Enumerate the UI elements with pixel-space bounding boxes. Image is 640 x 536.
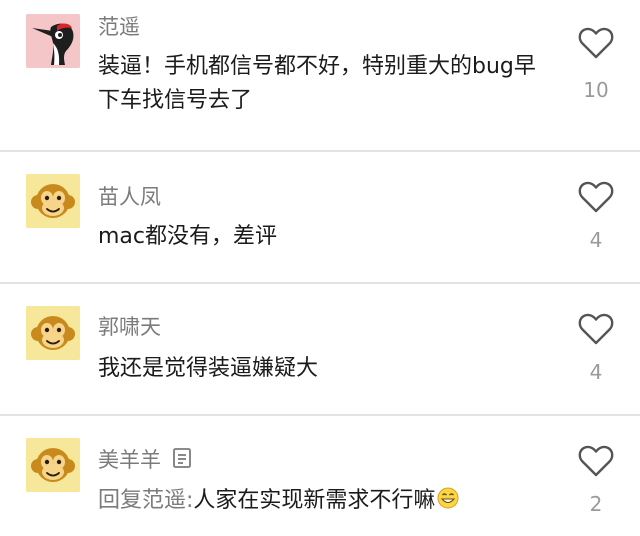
comment-item: 苗人凤 mac都没有，差评 4 [0,152,640,282]
monkey-face-icon[interactable] [26,438,80,492]
like-count: 10 [583,78,609,102]
comment-item: 郭啸天 我还是觉得装逼嫌疑大 4 [0,284,640,414]
heart-outline-icon[interactable] [577,444,615,478]
comment-item: 范遥 装逼！手机都信号都不好，特别重大的bug早下车找信号去了 10 [0,0,640,150]
monkey-face-icon[interactable] [26,306,80,360]
comment-username[interactable]: 郭啸天 [98,314,161,340]
heart-outline-icon[interactable] [577,180,615,214]
like-count: 2 [589,492,603,516]
like-count: 4 [589,360,603,384]
comment-username[interactable]: 苗人凤 [98,184,161,210]
monkey-face-icon[interactable] [26,174,80,228]
detail-doc-icon[interactable] [171,446,195,470]
heart-outline-icon[interactable] [577,312,615,346]
comment-list: 范遥 装逼！手机都信号都不好，特别重大的bug早下车找信号去了 10 苗人凤 m [0,0,640,536]
comment-text-row: 回复范遥:人家在实现新需求不行嘛 [98,484,538,518]
grin-emoji-icon [437,487,459,509]
comment-username[interactable]: 范遥 [98,14,140,40]
woodpecker-icon[interactable] [26,14,80,68]
heart-outline-icon[interactable] [577,26,615,60]
comment-username-row: 美羊羊 [98,446,195,473]
comment-text: 装逼！手机都信号都不好，特别重大的bug早下车找信号去了 [98,54,536,113]
like-count: 4 [589,228,603,252]
comment-item: 美羊羊 回复范遥:人家在实现新需求不行嘛 2 [0,416,640,536]
comment-username[interactable]: 美羊羊 [98,448,161,472]
reply-prefix[interactable]: 回复范遥: [98,488,193,513]
comment-text: mac都没有，差评 [98,224,278,249]
comment-text: 人家在实现新需求不行嘛 [193,488,436,513]
comment-text: 我还是觉得装逼嫌疑大 [98,356,319,381]
